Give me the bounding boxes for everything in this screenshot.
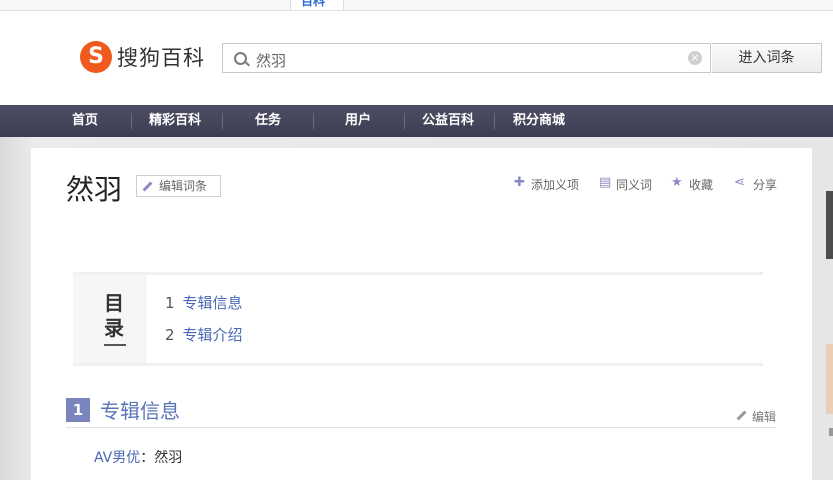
- info-separator: ：: [140, 450, 155, 466]
- nav-separator: [222, 113, 223, 129]
- toc-link-album-intro[interactable]: 专辑介绍: [183, 326, 243, 344]
- browser-tab-active[interactable]: 百科: [290, 0, 344, 10]
- toc-label: 目录: [104, 291, 124, 340]
- toc-label-box: 目录: [73, 275, 146, 363]
- nav-item-charity[interactable]: 公益百科: [422, 105, 474, 137]
- sidebar-fragment: [829, 428, 833, 436]
- star-icon: ★: [671, 175, 683, 190]
- share-button[interactable]: 分享: [753, 176, 777, 193]
- nav-item-home[interactable]: 首页: [72, 105, 98, 137]
- nav-item-tasks[interactable]: 任务: [255, 105, 281, 137]
- edit-entry-label: 编辑词条: [159, 179, 208, 193]
- share-icon: ⋖: [734, 175, 745, 190]
- search-input[interactable]: 然羽: [256, 50, 286, 71]
- section-edit-button[interactable]: 编辑: [735, 408, 776, 425]
- site-header: 搜狗百科 然羽 × 进入词条: [0, 11, 833, 105]
- nav-separator: [494, 113, 495, 129]
- section-number: 1: [66, 398, 90, 422]
- section-edit-label: 编辑: [752, 410, 777, 424]
- nav-item-featured[interactable]: 精彩百科: [149, 105, 201, 137]
- synonym-icon: ▤: [599, 175, 612, 190]
- favorite-button[interactable]: 收藏: [689, 176, 713, 193]
- toc-item-number: 1: [165, 294, 175, 312]
- section-divider: [66, 427, 776, 428]
- section-title: 专辑信息: [100, 399, 180, 423]
- sidebar-thumbnail[interactable]: [826, 191, 833, 259]
- toc-label-underline: [104, 344, 126, 346]
- logo-text: 搜狗百科: [117, 46, 205, 70]
- search-box[interactable]: 然羽 ×: [222, 43, 711, 73]
- nav-separator: [313, 113, 314, 129]
- nav-item-points-mall[interactable]: 积分商城: [513, 105, 565, 137]
- add-sense-button[interactable]: 添加义项: [531, 176, 579, 193]
- table-of-contents: 目录 1 专辑信息 2 专辑介绍: [73, 272, 763, 366]
- sidebar-thumbnail[interactable]: [826, 344, 833, 414]
- pencil-icon: [142, 181, 153, 192]
- nav-separator: [131, 113, 132, 129]
- edit-entry-button[interactable]: 编辑词条: [136, 175, 221, 197]
- site-logo[interactable]: 搜狗百科: [80, 41, 205, 73]
- synonym-button[interactable]: 同义词: [616, 176, 652, 193]
- enter-entry-button[interactable]: 进入词条: [712, 43, 822, 73]
- nav-separator: [404, 113, 405, 129]
- clear-search-icon[interactable]: ×: [688, 51, 702, 65]
- entry-title: 然羽: [66, 173, 123, 206]
- toc-link-album-info[interactable]: 专辑信息: [183, 294, 243, 312]
- main-nav: 首页 精彩百科 任务 用户 公益百科 积分商城: [0, 105, 833, 137]
- toc-item[interactable]: 2 专辑介绍: [165, 324, 243, 345]
- nav-item-users[interactable]: 用户: [345, 105, 371, 137]
- toc-item[interactable]: 1 专辑信息: [165, 292, 243, 313]
- browser-tab-active-label: 百科: [301, 0, 326, 8]
- pencil-icon: [736, 410, 747, 421]
- info-value: 然羽: [154, 450, 183, 466]
- info-row: AV男优：然羽: [94, 447, 182, 467]
- sogou-logo-icon: [80, 41, 112, 73]
- browser-tab-strip: 百科: [0, 0, 833, 11]
- toc-item-number: 2: [165, 326, 175, 344]
- plus-icon: ✚: [514, 175, 525, 190]
- info-key[interactable]: AV男优: [94, 450, 140, 466]
- search-icon: [234, 52, 247, 65]
